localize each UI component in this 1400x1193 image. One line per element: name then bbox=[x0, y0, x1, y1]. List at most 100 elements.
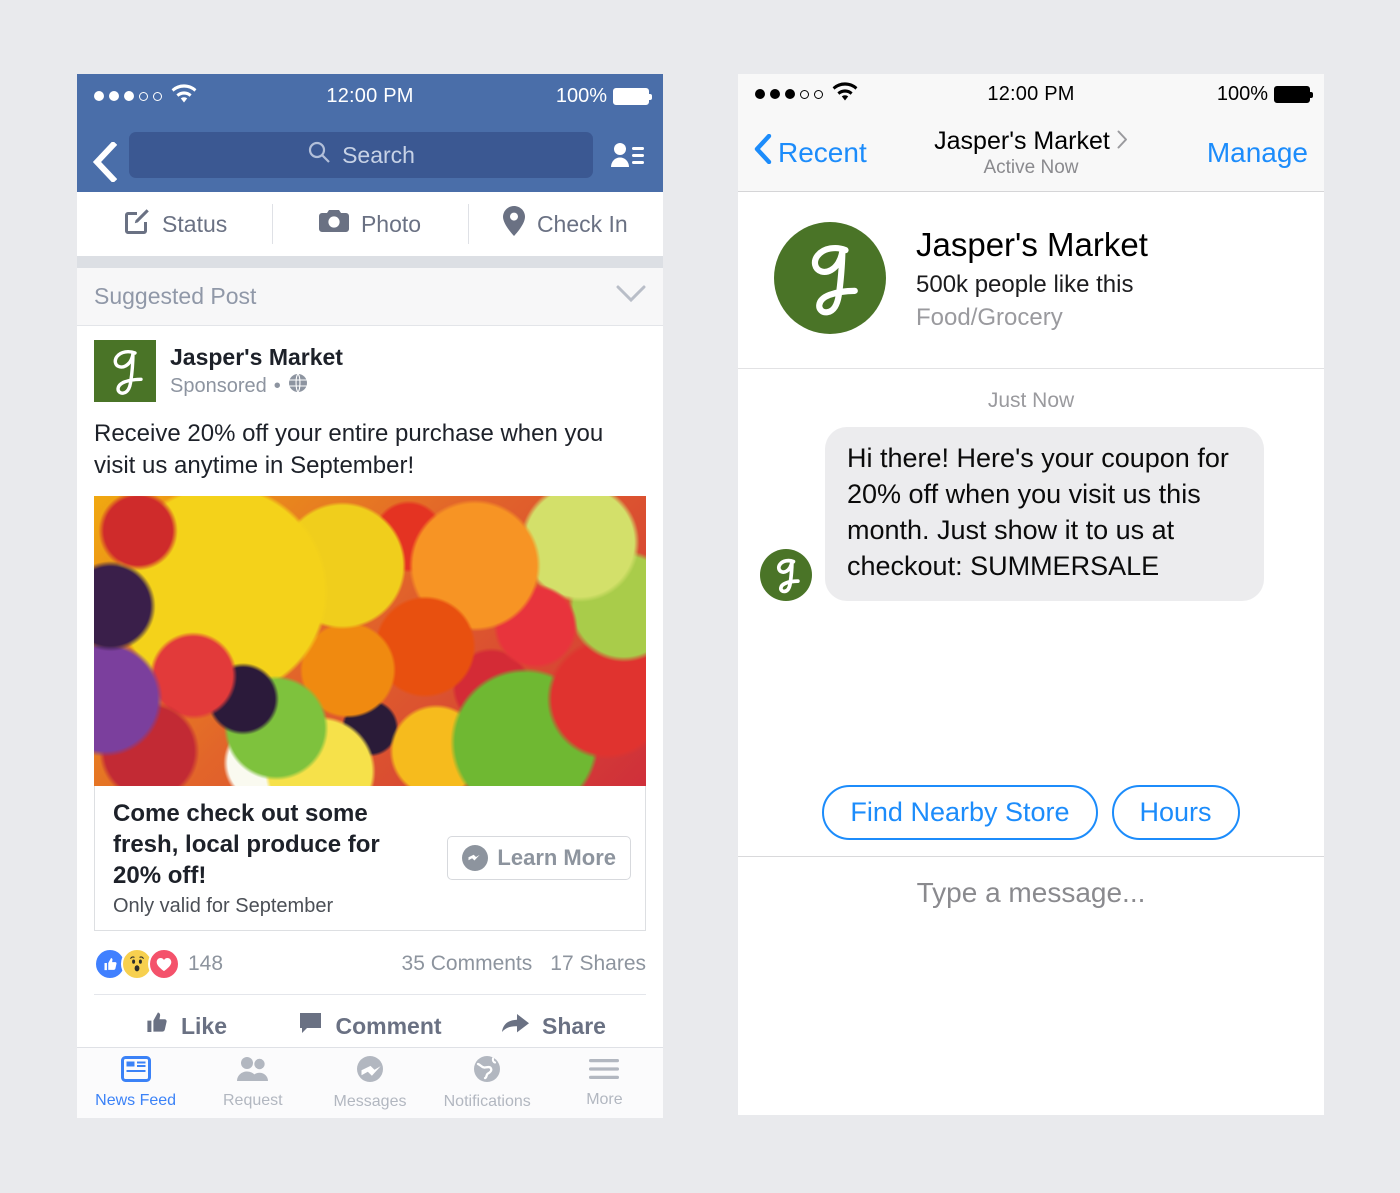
composer-photo-label: Photo bbox=[360, 210, 422, 237]
thumbs-up-icon bbox=[145, 1011, 169, 1041]
messenger-status-bar: 12:00 PM 100% bbox=[738, 74, 1324, 114]
post-header: Jasper's Market Sponsored • bbox=[94, 326, 646, 408]
thread-timestamp: Just Now bbox=[987, 389, 1075, 412]
messenger-icon bbox=[356, 1055, 384, 1088]
fb-tab-bar: News Feed Request Messages Notifications bbox=[77, 1047, 663, 1118]
link-card-title: Come check out some fresh, local produce… bbox=[113, 799, 380, 890]
page-profile-text: Jasper's Market 500k people like this Fo… bbox=[916, 224, 1148, 332]
manage-button[interactable]: Manage bbox=[1207, 137, 1308, 169]
composer-checkin-button[interactable]: Check In bbox=[467, 192, 663, 256]
quick-reply-hours[interactable]: Hours bbox=[1111, 784, 1240, 840]
message-input-placeholder: Type a message... bbox=[916, 877, 1146, 908]
facebook-app-screen: 12:00 PM 100% Search Status Photo Check … bbox=[77, 74, 663, 1118]
post-link-card[interactable]: Come check out some fresh, local produce… bbox=[94, 785, 646, 932]
tab-notifications-label: Notifications bbox=[443, 1093, 531, 1110]
tab-request-label: Request bbox=[223, 1092, 283, 1109]
status-clock: 12:00 PM bbox=[987, 82, 1075, 105]
reaction-icons[interactable]: 148 bbox=[94, 948, 224, 981]
post-counts: 35 Comments 17 Shares bbox=[402, 952, 646, 976]
quick-replies-row: Find Nearby Store Hours bbox=[738, 768, 1324, 857]
composer-status-button[interactable]: Status bbox=[77, 192, 272, 256]
fb-nav-bar: Search bbox=[77, 118, 663, 192]
message-bubble[interactable]: Hi there! Here's your coupon for 20% off… bbox=[825, 427, 1264, 601]
share-button[interactable]: Share bbox=[462, 1012, 646, 1040]
page-profile-card[interactable]: Jasper's Market 500k people like this Fo… bbox=[738, 192, 1324, 369]
share-arrow-icon bbox=[502, 1012, 530, 1040]
back-button[interactable]: Recent bbox=[754, 133, 867, 171]
battery-full-icon bbox=[1274, 85, 1313, 103]
tab-request[interactable]: Request bbox=[194, 1056, 311, 1110]
meta-separator: • bbox=[273, 374, 281, 397]
like-button[interactable]: Like bbox=[94, 1011, 278, 1041]
search-placeholder: Search bbox=[342, 141, 415, 168]
search-icon bbox=[307, 140, 331, 170]
post-body-text: Receive 20% off your entire purchase whe… bbox=[94, 420, 604, 479]
comment-button[interactable]: Comment bbox=[278, 1011, 462, 1041]
back-chevron-icon[interactable] bbox=[91, 140, 118, 184]
camera-icon bbox=[318, 208, 349, 240]
love-reaction bbox=[148, 948, 180, 981]
tab-messages[interactable]: Messages bbox=[311, 1055, 428, 1111]
search-input[interactable]: Search bbox=[129, 132, 593, 178]
globe-icon bbox=[288, 373, 308, 399]
tab-more[interactable]: More bbox=[546, 1057, 663, 1109]
messenger-nav-bar: Recent Jasper's Market Active Now Manage bbox=[738, 114, 1324, 192]
post-meta: Sponsored • bbox=[170, 373, 343, 399]
back-label: Recent bbox=[778, 136, 867, 168]
jaspers-market-logo bbox=[760, 548, 812, 601]
status-clock: 12:00 PM bbox=[326, 84, 414, 107]
message-input[interactable]: Type a message... bbox=[738, 857, 1324, 929]
composer-checkin-label: Check In bbox=[536, 210, 628, 237]
link-card-text: Come check out some fresh, local produce… bbox=[113, 798, 433, 919]
reaction-count: 148 bbox=[188, 952, 224, 976]
thread-title-label: Jasper's Market bbox=[934, 126, 1110, 155]
messenger-app-screen: 12:00 PM 100% Recent Jasper's Market Act… bbox=[738, 74, 1324, 1115]
learn-more-label: Learn More bbox=[497, 845, 616, 871]
composer-row: Status Photo Check In bbox=[77, 192, 663, 256]
post-page-name[interactable]: Jasper's Market bbox=[170, 343, 343, 372]
tab-messages-label: Messages bbox=[333, 1093, 407, 1110]
comment-bubble-icon bbox=[298, 1011, 323, 1041]
sponsored-post: Jasper's Market Sponsored • Receive 20% … bbox=[77, 326, 663, 1058]
location-pin-icon bbox=[502, 206, 525, 242]
suggested-post-label: Suggested Post bbox=[94, 283, 257, 309]
share-label: Share bbox=[542, 1012, 606, 1039]
page-likes: 500k people like this bbox=[916, 271, 1134, 299]
fb-status-bar: 12:00 PM 100% bbox=[77, 74, 663, 118]
screenshot-stage: 12:00 PM 100% Search Status Photo Check … bbox=[0, 0, 1400, 1193]
messenger-icon bbox=[462, 845, 489, 872]
thread-title[interactable]: Jasper's Market bbox=[934, 127, 1128, 156]
post-identity: Jasper's Market Sponsored • bbox=[170, 343, 343, 400]
hamburger-menu-icon bbox=[589, 1057, 620, 1086]
jaspers-market-logo[interactable] bbox=[94, 340, 156, 402]
page-name: Jasper's Market bbox=[916, 225, 1148, 263]
learn-more-button[interactable]: Learn More bbox=[447, 836, 631, 881]
quick-reply-find-nearby-store[interactable]: Find Nearby Store bbox=[822, 784, 1098, 840]
post-stats-row: 148 35 Comments 17 Shares bbox=[94, 931, 646, 994]
post-photo[interactable] bbox=[94, 495, 646, 786]
suggested-post-header: Suggested Post bbox=[77, 268, 663, 326]
like-label: Like bbox=[180, 1012, 228, 1039]
feed-separator bbox=[77, 256, 663, 268]
composer-photo-button[interactable]: Photo bbox=[272, 192, 467, 256]
contacts-icon[interactable] bbox=[605, 140, 649, 170]
comment-label: Comment bbox=[335, 1012, 442, 1039]
compose-pencil-icon bbox=[122, 207, 150, 241]
tab-news-feed[interactable]: News Feed bbox=[77, 1056, 194, 1110]
sponsored-label: Sponsored bbox=[170, 374, 267, 397]
comment-count[interactable]: 35 Comments bbox=[402, 952, 533, 976]
share-count[interactable]: 17 Shares bbox=[550, 952, 646, 976]
news-feed-icon bbox=[120, 1056, 151, 1087]
back-chevron-icon bbox=[754, 133, 772, 171]
tab-news-feed-label: News Feed bbox=[95, 1092, 177, 1109]
message-thread: Just Now Hi there! Here's your coupon fo… bbox=[738, 369, 1324, 929]
page-category: Food/Grocery bbox=[916, 304, 1063, 332]
tab-notifications[interactable]: Notifications bbox=[429, 1055, 546, 1111]
battery-full-icon bbox=[613, 87, 652, 105]
chevron-right-icon bbox=[1117, 127, 1128, 156]
message-row: Hi there! Here's your coupon for 20% off… bbox=[738, 427, 1324, 601]
friend-requests-icon bbox=[236, 1056, 270, 1087]
jaspers-market-logo bbox=[774, 222, 886, 334]
link-card-subtitle: Only valid for September bbox=[113, 895, 334, 918]
chevron-down-icon[interactable] bbox=[616, 285, 646, 308]
